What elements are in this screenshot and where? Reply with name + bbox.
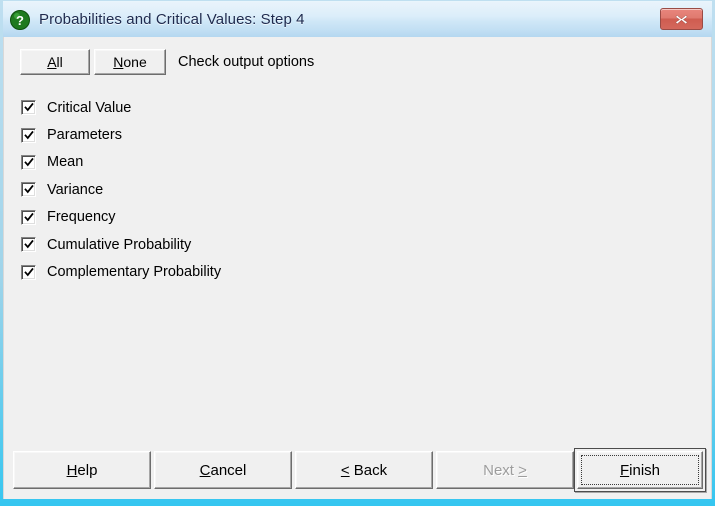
all-button-accel: A <box>47 54 57 70</box>
checkbox-checked[interactable] <box>21 127 36 143</box>
title-bar: ? Probabilities and Critical Values: Ste… <box>3 1 712 37</box>
question-mark-icon: ? <box>9 9 31 31</box>
cancel-button[interactable]: Cancel <box>154 451 292 489</box>
next-button: Next > <box>436 451 574 489</box>
next-button-pre: Next <box>483 461 519 479</box>
dialog-button-bar: Help Cancel < Back Next > Finish <box>4 447 713 499</box>
back-button-label: Back <box>349 461 388 479</box>
back-button-accel: < <box>340 461 350 479</box>
toolbar: All None Check output options <box>20 49 314 75</box>
option-label: Critical Value <box>47 99 132 116</box>
help-button-accel: H <box>66 461 78 479</box>
instruction-label: Check output options <box>178 54 315 70</box>
dialog-client-area: All None Check output options Critical V… <box>3 37 712 499</box>
checkbox-checked[interactable] <box>21 100 36 116</box>
all-button-label: ll <box>56 54 63 70</box>
checkmark-icon <box>24 185 34 194</box>
option-row[interactable]: Variance <box>21 176 221 203</box>
none-button-label: one <box>123 54 147 70</box>
help-button-label: elp <box>77 461 98 479</box>
finish-button-default-frame: Finish <box>574 448 706 492</box>
close-icon <box>675 14 688 24</box>
output-options-list: Critical Value Parameters Mean Variance Freq… <box>21 94 221 286</box>
option-label: Parameters <box>47 127 122 144</box>
none-button-accel: N <box>113 54 124 70</box>
checkmark-icon <box>24 103 34 112</box>
option-row[interactable]: Cumulative Probability <box>21 231 221 258</box>
option-label: Complementary Probability <box>47 264 222 281</box>
option-row[interactable]: Parameters <box>21 121 221 148</box>
checkmark-icon <box>24 267 34 276</box>
option-row[interactable]: Complementary Probability <box>21 258 221 285</box>
checkbox-checked[interactable] <box>21 264 36 280</box>
option-label: Cumulative Probability <box>47 236 192 253</box>
option-label: Frequency <box>47 209 116 226</box>
checkbox-checked[interactable] <box>21 154 36 170</box>
help-button[interactable]: Help <box>13 451 151 489</box>
cancel-button-label: ancel <box>210 461 247 479</box>
next-button-accel: > <box>518 461 527 479</box>
checkbox-checked[interactable] <box>21 182 36 198</box>
finish-button[interactable]: Finish <box>577 451 703 489</box>
option-label: Mean <box>47 154 84 171</box>
none-button[interactable]: None <box>94 49 166 75</box>
close-button[interactable] <box>660 8 703 30</box>
finish-button-accel: F <box>619 461 630 479</box>
option-row[interactable]: Frequency <box>21 204 221 231</box>
checkmark-icon <box>24 240 34 249</box>
checkmark-icon <box>24 130 34 139</box>
window-title: Probabilities and Critical Values: Step … <box>39 11 305 28</box>
checkbox-checked[interactable] <box>21 209 36 225</box>
checkmark-icon <box>24 157 34 167</box>
dialog-window: ? Probabilities and Critical Values: Ste… <box>0 0 715 506</box>
all-button[interactable]: All <box>20 49 90 75</box>
option-label: Variance <box>47 181 104 198</box>
svg-text:?: ? <box>16 13 24 28</box>
back-button[interactable]: < Back <box>295 451 433 489</box>
option-row[interactable]: Mean <box>21 149 221 176</box>
checkbox-checked[interactable] <box>21 237 36 253</box>
finish-button-label: inish <box>629 461 661 479</box>
cancel-button-accel: C <box>199 461 211 479</box>
checkmark-icon <box>24 212 34 222</box>
option-row[interactable]: Critical Value <box>21 94 221 121</box>
